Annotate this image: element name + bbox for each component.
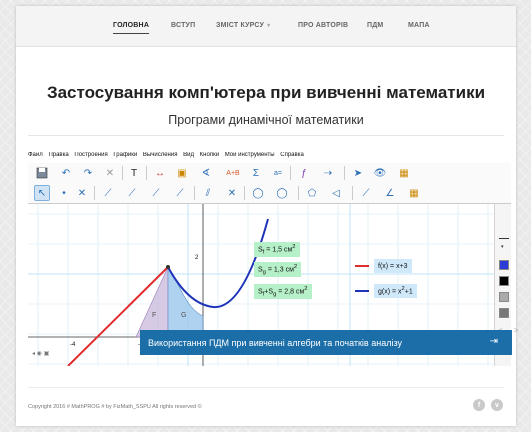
reflect-tool-icon[interactable]: ◁ [328, 185, 344, 201]
move-tool-icon[interactable]: ↖ [34, 185, 50, 201]
redo-icon[interactable]: ↷ [80, 165, 96, 181]
vector-tool-icon[interactable]: ⟋ [172, 185, 188, 201]
area-note-g[interactable]: Sg = 1,3 см2 [254, 262, 302, 277]
dropdown-caret-icon[interactable]: ▾ [501, 244, 504, 250]
save-icon[interactable] [34, 165, 50, 181]
app-toolbar-top: ↶ ↷ ✕ T ↔ ▣ ∢ A+B Σ a= ƒ ⇢ ➤ 👁 ▦ [28, 163, 511, 183]
slider-tool-icon[interactable]: ▣ [174, 165, 190, 181]
page-subtitle: Програми динамічної математики [168, 113, 364, 127]
area-note-f-text: Sf = 1,5 см2 [258, 243, 296, 256]
nav-item-intro[interactable]: ВСТУП [171, 22, 195, 29]
variable-tool-icon[interactable]: a= [270, 165, 286, 181]
vk-icon[interactable]: v [491, 399, 503, 411]
toolbar-separator [194, 186, 195, 200]
expression-tool-icon[interactable]: A+B [222, 165, 244, 181]
footer-copyright: Copyright 2016 # MathPROG # by FizMath_S… [28, 404, 202, 410]
undo-icon[interactable]: ↶ [58, 165, 74, 181]
toolbar-separator [352, 186, 353, 200]
legend-g-text: g(x) = x2+1 [378, 286, 413, 296]
area-note-sum[interactable]: Sf+Sg = 2,8 см2 [254, 284, 312, 299]
ray-tool-icon[interactable]: ⟋ [148, 185, 164, 201]
parallel-line-icon[interactable]: ⫽ [200, 185, 216, 201]
app-toolbar-tools: ↖ • ✕ ⟋ ⟋ ⟋ ⟋ ⫽ ✕ ◯ ◯ ⬠ ◁ ⟋ ∠ ▦ [28, 183, 511, 204]
region-f-label: F [152, 312, 156, 319]
dropdown-caret-icon: ▾ [267, 23, 271, 29]
legend-g[interactable]: g(x) = x2+1 [374, 284, 417, 298]
region-g-label: G [181, 312, 186, 319]
x-tick-minus-4: -4 [70, 342, 76, 348]
slider-caption-banner[interactable]: Використання ПДМ при вивченні алгебри та… [140, 330, 512, 355]
area-note-f[interactable]: Sf = 1,5 см2 [254, 242, 300, 257]
slider-caption: Використання ПДМ при вивченні алгебри та… [148, 337, 402, 348]
menu-help[interactable]: Справка [280, 152, 304, 158]
toolbar-separator [244, 186, 245, 200]
footer-divider [28, 387, 504, 388]
polygon-tool-icon[interactable]: ⬠ [304, 185, 320, 201]
slider-next-button[interactable]: > [514, 326, 519, 335]
legend-f-text: f(x) = x+3 [378, 262, 408, 270]
segment-length-icon[interactable]: ↔ [152, 165, 168, 181]
exit-icon[interactable]: ⇥ [490, 336, 498, 347]
legend-f[interactable]: f(x) = x+3 [374, 259, 412, 273]
text-tool-icon[interactable]: T [126, 165, 142, 181]
nav-item-home[interactable]: ГОЛОВНА [113, 22, 150, 34]
show-hide-icon[interactable]: 👁 [372, 165, 388, 181]
segment-tool-icon[interactable]: ⟋ [124, 185, 140, 201]
perpendicular-line-icon[interactable]: ✕ [224, 185, 240, 201]
facebook-icon[interactable]: f [473, 399, 485, 411]
move-view-icon[interactable]: ➤ [350, 165, 366, 181]
menu-file[interactable]: Файл [28, 152, 43, 158]
color-swatch-blue[interactable] [499, 260, 509, 270]
nav-item-pdm[interactable]: ПДМ [367, 22, 383, 29]
menu-graphics[interactable]: Графики [113, 152, 137, 158]
angle-tool-icon[interactable]: ∢ [198, 165, 214, 181]
region-f[interactable] [135, 266, 169, 338]
menu-buttons[interactable]: Кнопки [200, 152, 219, 158]
angle-measure-icon[interactable]: ∠ [382, 185, 398, 201]
line-style-icon[interactable] [499, 238, 509, 239]
y-tick-2: 2 [195, 255, 199, 261]
page-container: ГОЛОВНА ВСТУП ЗМІСТ КУРСУ ▾ ПРО АВТОРІВ П… [16, 6, 519, 426]
top-navigation: ГОЛОВНА ВСТУП ЗМІСТ КУРСУ ▾ ПРО АВТОРІВ П… [16, 6, 516, 47]
point-tool-icon[interactable]: • [56, 185, 72, 201]
toolbar-separator [298, 186, 299, 200]
table-icon[interactable]: ▦ [396, 165, 412, 181]
menu-calculations[interactable]: Вычисления [143, 152, 178, 158]
function-tool-icon[interactable]: ƒ [296, 165, 312, 181]
intersect-tool-icon[interactable]: ✕ [74, 185, 90, 201]
menu-constructions[interactable]: Построения [74, 152, 107, 158]
menu-view[interactable]: Вид [183, 152, 194, 158]
nav-item-about-authors[interactable]: ПРО АВТОРІВ [298, 22, 348, 29]
nav-item-course-contents-label: ЗМІСТ КУРСУ [216, 22, 265, 29]
toolbar-separator [344, 166, 345, 180]
toolbar-separator [146, 166, 147, 180]
circle-tool-icon[interactable]: ◯ [250, 185, 266, 201]
locus-tool-icon[interactable]: ⇢ [320, 165, 336, 181]
color-swatch-darkgray[interactable] [499, 308, 509, 318]
menu-my-tools[interactable]: Мои инструменты [225, 152, 275, 158]
toolbar-separator [122, 166, 123, 180]
circle-points-icon[interactable]: ◯ [274, 185, 290, 201]
graphics-view-icon[interactable]: ▦ [406, 185, 422, 201]
slope-tool-icon[interactable]: ⟋ [358, 185, 374, 201]
nav-item-map[interactable]: МАПА [408, 22, 430, 29]
app-menubar: Файл Правка Построения Графики Вычислени… [28, 152, 511, 162]
divider [28, 135, 504, 136]
toolbar-separator [94, 186, 95, 200]
area-note-sum-text: Sf+Sg = 2,8 см2 [258, 285, 308, 298]
page-title: Застосування комп'ютера при вивченні мат… [46, 83, 486, 102]
nav-item-course-contents[interactable]: ЗМІСТ КУРСУ ▾ [216, 22, 270, 29]
delete-icon[interactable]: ✕ [102, 165, 118, 181]
view-controls[interactable]: ◂ ◉ ▣ [32, 350, 49, 357]
menu-edit[interactable]: Правка [48, 152, 68, 158]
color-swatch-gray[interactable] [499, 292, 509, 302]
intersection-point[interactable] [166, 265, 170, 269]
line-tool-icon[interactable]: ⟋ [100, 185, 116, 201]
sum-tool-icon[interactable]: Σ [248, 165, 264, 181]
color-swatch-black[interactable] [499, 276, 509, 286]
toolbar-separator [290, 166, 291, 180]
area-note-g-text: Sg = 1,3 см2 [258, 263, 298, 276]
